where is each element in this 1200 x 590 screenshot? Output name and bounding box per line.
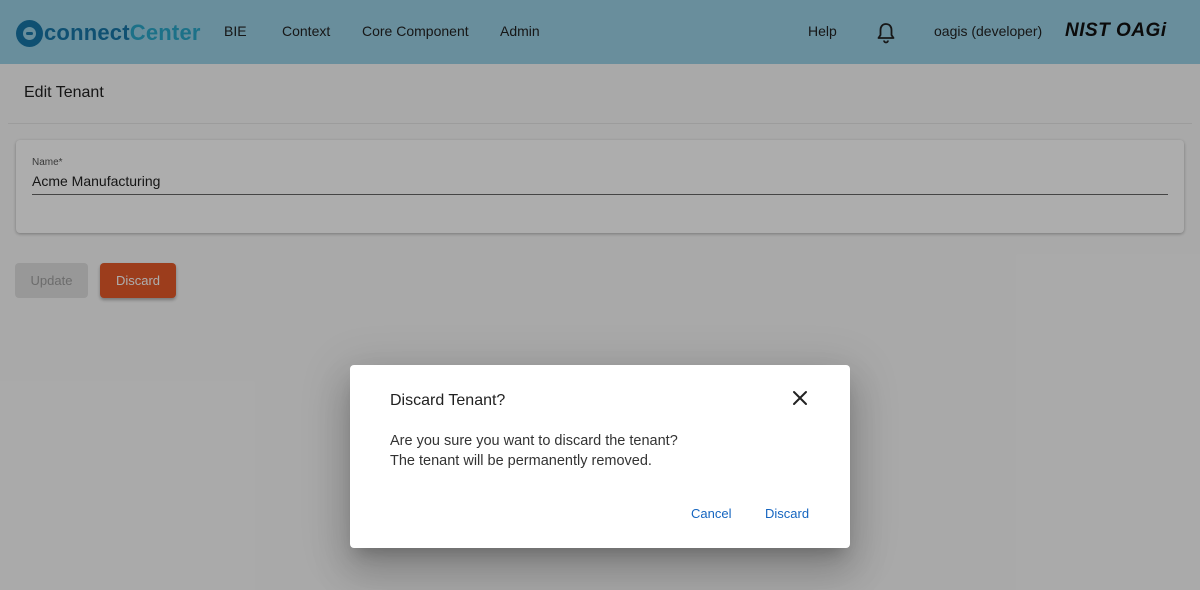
cancel-button[interactable]: Cancel	[691, 506, 731, 521]
dialog-message-line1: Are you sure you want to discard the ten…	[390, 433, 678, 449]
close-icon[interactable]	[791, 389, 809, 407]
page: connectCenter BIE Context Core Component…	[0, 0, 1200, 590]
confirm-discard-button[interactable]: Discard	[765, 506, 809, 521]
dialog-message-line2: The tenant will be permanently removed.	[390, 453, 652, 469]
dialog-title: Discard Tenant?	[390, 392, 506, 409]
discard-dialog: Discard Tenant? Are you sure you want to…	[350, 365, 850, 548]
